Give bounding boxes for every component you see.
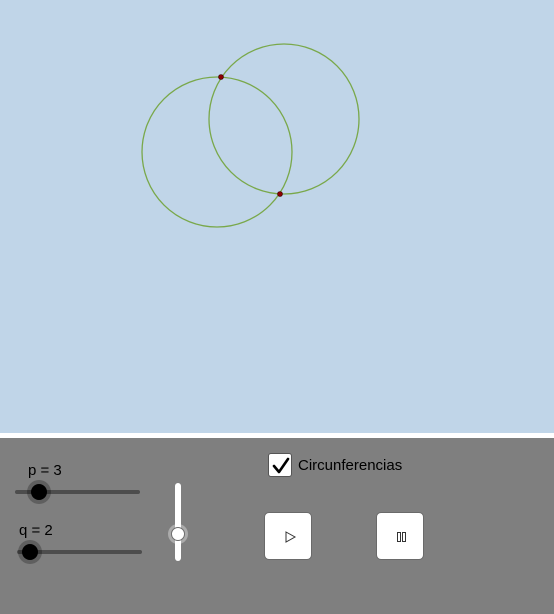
intersection-point-bottom[interactable]	[277, 191, 283, 197]
slider-p-knob[interactable]	[31, 484, 47, 500]
play-button[interactable]	[264, 512, 312, 560]
vertical-slider-knob[interactable]	[171, 527, 185, 541]
slider-q-label: q = 2	[19, 522, 53, 539]
play-icon	[285, 531, 297, 543]
circunferencias-label: Circunferencias	[298, 457, 403, 474]
control-panel: p = 3 q = 2 Circunferencias	[0, 438, 554, 614]
pause-icon	[397, 532, 406, 542]
slider-q-knob[interactable]	[22, 544, 38, 560]
circunferencias-checkbox[interactable]	[268, 453, 292, 477]
vertical-slider-track[interactable]	[175, 483, 181, 561]
graphics-view[interactable]	[0, 0, 554, 433]
intersection-point-top[interactable]	[218, 74, 224, 80]
slider-p-label: p = 3	[28, 462, 62, 479]
construction-svg	[141, 43, 360, 228]
checkmark-icon	[272, 457, 290, 474]
pause-button[interactable]	[376, 512, 424, 560]
